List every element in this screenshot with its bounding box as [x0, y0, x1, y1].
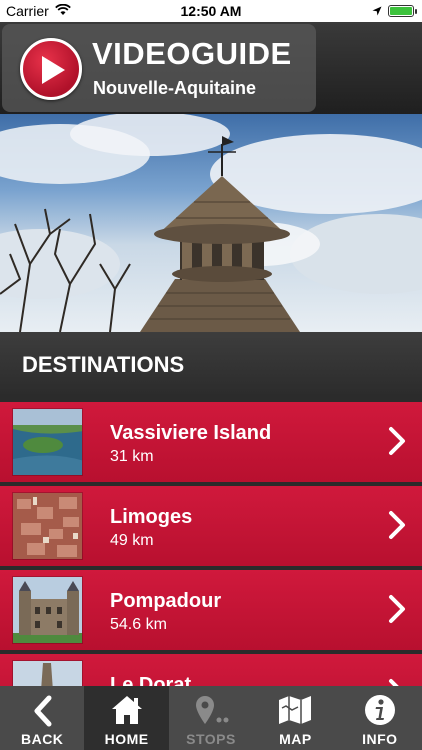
- logo-title: VIDEOGUIDE: [92, 36, 292, 71]
- destination-name: Pompadour: [110, 590, 222, 612]
- tab-map[interactable]: MAP: [253, 686, 337, 750]
- destination-distance: 54.6 km: [110, 616, 167, 633]
- chevron-right-icon: [388, 510, 406, 545]
- tab-label: INFO: [362, 731, 398, 747]
- tab-label: STOPS: [186, 731, 236, 747]
- chevron-left-icon: [0, 694, 84, 728]
- destinations-list[interactable]: Vassiviere Island 31 km Limoges 49 km Po…: [0, 396, 422, 686]
- destination-thumbnail: [12, 660, 83, 686]
- chevron-right-icon: [388, 678, 406, 686]
- destination-row-le-dorat[interactable]: Le Dorat: [0, 654, 422, 686]
- destination-distance: 31 km: [110, 448, 154, 465]
- info-icon: [338, 694, 422, 728]
- logo: VIDEOGUIDE Nouvelle-Aquitaine: [2, 24, 316, 112]
- destination-name: Vassiviere Island: [110, 422, 272, 444]
- destination-row-vassiviere[interactable]: Vassiviere Island 31 km: [0, 402, 422, 482]
- tab-info[interactable]: INFO: [338, 686, 422, 750]
- map-icon: [253, 694, 337, 728]
- status-right: [372, 3, 417, 19]
- app-header: VIDEOGUIDE Nouvelle-Aquitaine: [0, 22, 422, 114]
- tab-bar: BACK HOME STOPS MAP INFO: [0, 686, 422, 750]
- destination-thumbnail: [12, 492, 83, 560]
- destinations-header: DESTINATIONS: [0, 332, 422, 394]
- chevron-right-icon: [388, 426, 406, 461]
- destination-thumbnail: [12, 576, 83, 644]
- location-arrow-icon: [372, 3, 382, 19]
- destination-name: Limoges: [110, 506, 193, 528]
- status-time: 12:50 AM: [180, 3, 242, 19]
- destination-row-pompadour[interactable]: Pompadour 54.6 km: [0, 570, 422, 650]
- destinations-title: DESTINATIONS: [22, 352, 185, 377]
- tab-home[interactable]: HOME: [84, 686, 169, 750]
- chevron-right-icon: [388, 594, 406, 629]
- tab-label: MAP: [279, 731, 312, 747]
- destination-row-limoges[interactable]: Limoges 49 km: [0, 486, 422, 566]
- play-icon: [20, 38, 82, 100]
- tab-stops[interactable]: STOPS: [169, 686, 253, 750]
- battery-icon: [388, 5, 417, 17]
- battery-fill: [390, 7, 412, 15]
- tab-label: HOME: [104, 731, 149, 747]
- home-icon: [84, 694, 168, 728]
- status-bar: Carrier 12:50 AM: [0, 0, 422, 22]
- tab-label: BACK: [20, 731, 64, 747]
- destination-thumbnail: [12, 408, 83, 476]
- logo-subtitle: Nouvelle-Aquitaine: [93, 78, 257, 98]
- destination-distance: 49 km: [110, 532, 154, 549]
- tab-back[interactable]: BACK: [0, 686, 84, 750]
- destination-name: Le Dorat: [110, 674, 192, 686]
- map-pin-icon: [169, 694, 253, 728]
- hero-image: [0, 114, 422, 332]
